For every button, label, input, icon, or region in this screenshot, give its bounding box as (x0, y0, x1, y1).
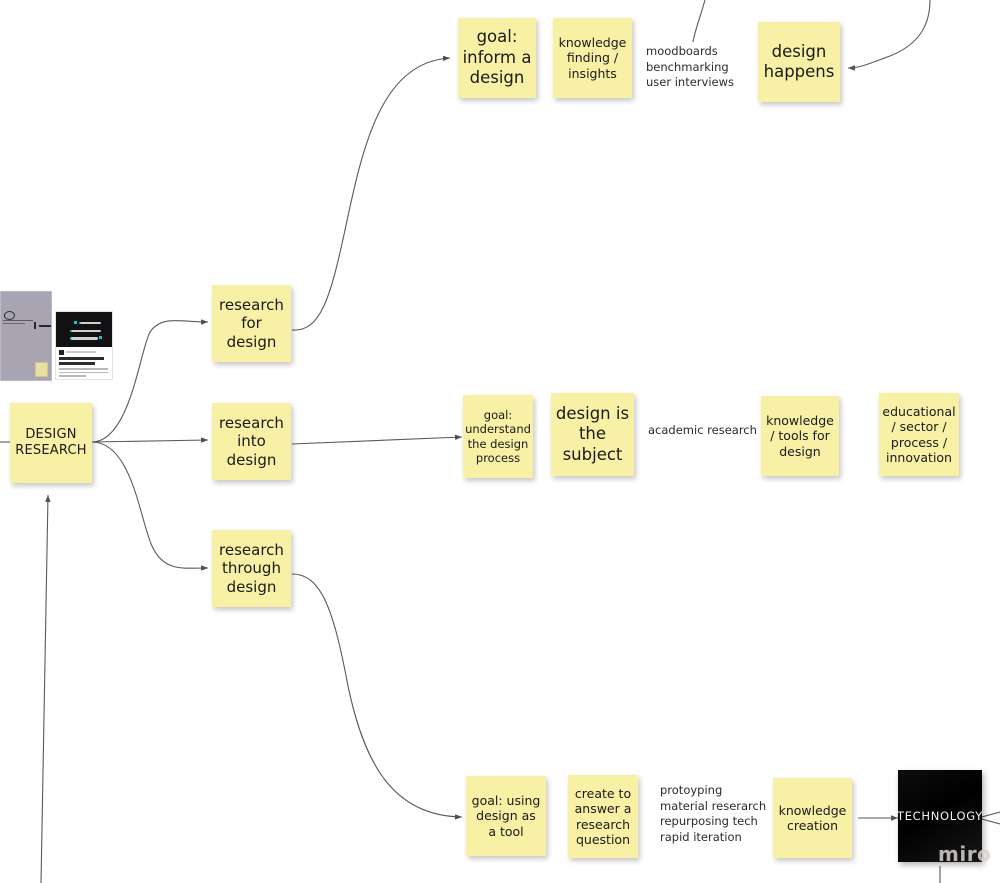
sticky-note-knowledge-tools-for-design[interactable]: knowledge / tools for design (761, 396, 839, 476)
hero-accent-dot (74, 321, 77, 324)
doc-color-swatch (35, 362, 48, 377)
text-through-design-methods: protoyping material reserarch repurposin… (660, 783, 767, 844)
connector-topright-to-design-happens (847, 0, 931, 71)
link-card-hero-image (56, 312, 112, 347)
connector-root-to-research-through (91, 441, 209, 571)
sticky-note-research-into-design[interactable]: research into design (212, 403, 291, 480)
miro-watermark: miro (938, 842, 992, 866)
doc-rule-line (39, 325, 51, 327)
connector-into-to-goal (291, 434, 463, 445)
sticky-note-research-for-design[interactable]: research for design (212, 285, 291, 362)
sticky-note-goal-understand-design-process[interactable]: goal: understand the design process (463, 395, 533, 478)
sticky-note-goal-using-design-as-a-tool[interactable]: goal: using design as a tool (466, 776, 546, 856)
sticky-note-goal-inform-a-design[interactable]: goal: inform a design (458, 18, 536, 98)
doc-text-line (3, 320, 33, 321)
doc-text-line (3, 323, 25, 324)
link-card-body-line (59, 371, 108, 374)
sticky-note-design-research[interactable]: DESIGN RESEARCH (10, 403, 92, 483)
favicon-icon (59, 350, 64, 355)
connector-top-into-methods (692, 0, 706, 43)
link-card-title-line (59, 362, 95, 365)
link-card-body-line (59, 375, 86, 377)
text-into-design-methods: academic research (648, 423, 757, 437)
text-for-design-methods: moodboards benchmarking user interviews (646, 44, 735, 90)
sticky-note-educational-sector-process-innovation[interactable]: educational / sector / process / innovat… (879, 393, 959, 476)
miro-board-canvas[interactable]: DESIGN RESEARCH research for design rese… (0, 0, 1000, 883)
connector-through-to-goal (291, 573, 463, 820)
technology-card-label: TECHNOLOGY (896, 809, 984, 823)
sticky-note-design-is-the-subject[interactable]: design is the subject (551, 393, 634, 476)
hero-accent-dot (99, 336, 102, 339)
link-card-title-line (59, 357, 104, 360)
sticky-note-knowledge-finding-insights[interactable]: knowledge finding / insights (553, 18, 632, 98)
doc-ring-mark (4, 311, 15, 320)
link-card-source-line (66, 350, 96, 353)
link-card-thumbnail[interactable] (55, 311, 113, 380)
hero-bar (70, 337, 98, 340)
connector-bottom-to-root (40, 494, 51, 883)
hero-bar (70, 329, 101, 332)
sticky-note-research-through-design[interactable]: research through design (212, 530, 291, 607)
connector-root-to-research-into (91, 437, 209, 443)
sticky-note-knowledge-creation[interactable]: knowledge creation (773, 778, 852, 858)
connector-for-to-goal (291, 55, 451, 331)
sticky-note-design-happens[interactable]: design happens (758, 22, 840, 102)
link-card-body-line (59, 368, 108, 370)
document-thumbnail[interactable] (0, 291, 52, 381)
hero-bar (79, 321, 101, 324)
doc-number-mark (34, 322, 36, 329)
sticky-note-create-to-answer-research-question[interactable]: create to answer a research question (568, 775, 638, 858)
